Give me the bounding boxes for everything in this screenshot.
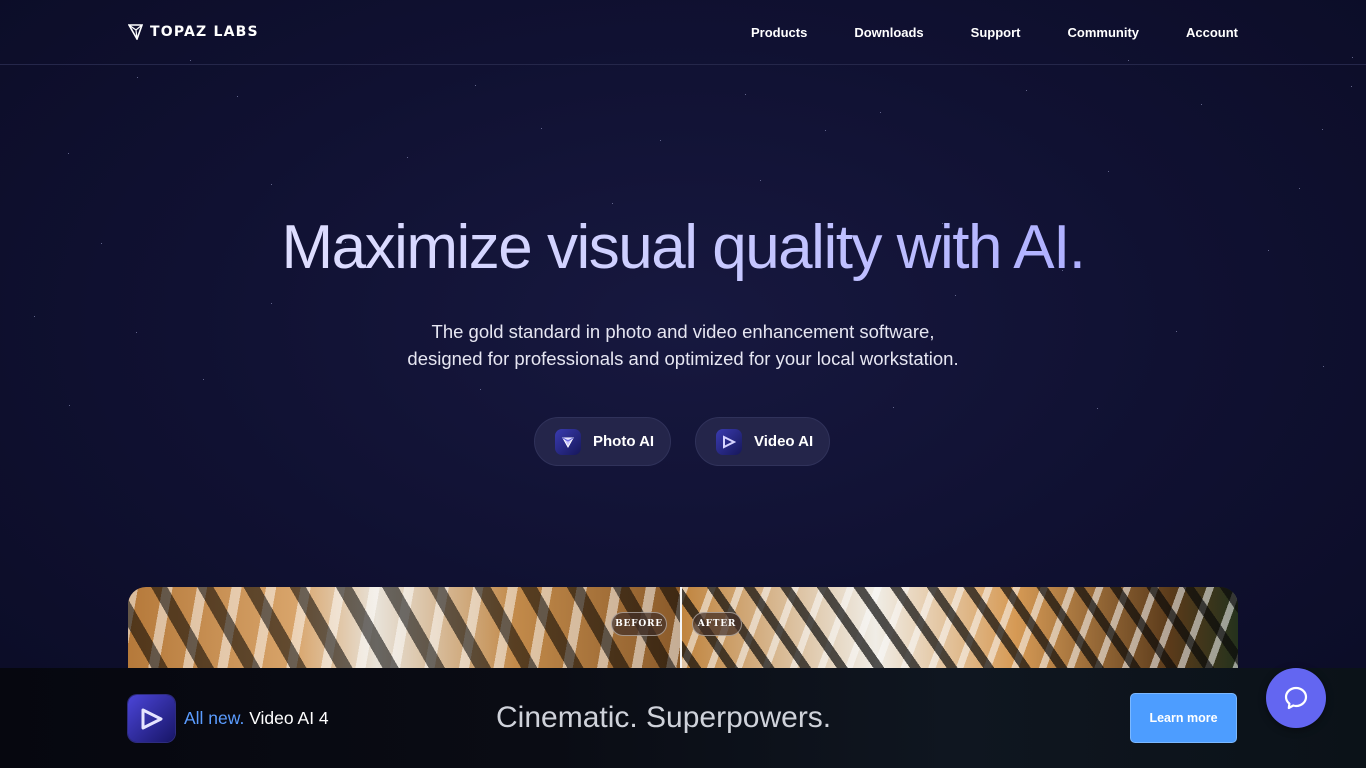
hero-subtitle-line: The gold standard in photo and video enh…	[431, 321, 935, 342]
star	[893, 407, 894, 408]
star	[1351, 86, 1352, 87]
learn-more-button[interactable]: Learn more	[1130, 693, 1237, 743]
star	[203, 379, 204, 380]
star	[1299, 188, 1300, 189]
star	[1097, 408, 1098, 409]
star	[1201, 104, 1202, 105]
chat-bubble-icon	[1284, 686, 1308, 710]
star	[69, 405, 70, 406]
video-ai-button[interactable]: Video AI	[695, 417, 830, 466]
promo-tagline: Cinematic. Superpowers.	[496, 701, 832, 734]
promo-label: All new. Video AI 4	[184, 708, 329, 729]
chat-button[interactable]	[1266, 668, 1326, 728]
star	[68, 153, 69, 154]
star	[612, 203, 613, 204]
video-ai-icon	[716, 428, 742, 455]
video-ai-4-icon	[128, 695, 175, 742]
topaz-logo-icon	[128, 24, 143, 40]
star	[237, 96, 238, 97]
logo-text: TOPAZ LABS	[150, 24, 259, 40]
nav-products[interactable]: Products	[751, 25, 807, 40]
star	[1026, 90, 1027, 91]
nav-downloads[interactable]: Downloads	[854, 25, 923, 40]
video-ai-label: Video AI	[754, 433, 814, 450]
topaz-logo[interactable]: TOPAZ LABS	[128, 24, 259, 40]
star	[541, 128, 542, 129]
star	[745, 94, 746, 95]
nav-support[interactable]: Support	[971, 25, 1021, 40]
promo-product: Video AI 4	[249, 708, 329, 728]
star	[480, 389, 481, 390]
hero-title: Maximize visual quality with AI.	[0, 212, 1366, 283]
star	[1322, 129, 1323, 130]
star	[955, 295, 956, 296]
star	[660, 140, 661, 141]
star	[271, 303, 272, 304]
star	[880, 112, 881, 113]
nav-community[interactable]: Community	[1068, 25, 1140, 40]
photo-ai-label: Photo AI	[593, 433, 655, 450]
before-badge: BEFORE	[611, 612, 667, 636]
main-nav: Products Downloads Support Community Acc…	[751, 25, 1238, 40]
after-badge: AFTER	[692, 612, 742, 636]
site-header: TOPAZ LABS Products Downloads Support Co…	[0, 0, 1366, 65]
promo-banner: All new. Video AI 4 Cinematic. Superpowe…	[0, 668, 1366, 768]
star	[475, 85, 476, 86]
star	[137, 77, 138, 78]
hero-subtitle: The gold standard in photo and video enh…	[0, 318, 1366, 372]
star	[1108, 171, 1109, 172]
hero-subtitle-line: designed for professionals and optimized…	[407, 348, 959, 369]
star	[407, 157, 408, 158]
star	[760, 180, 761, 181]
photo-ai-icon	[555, 428, 581, 455]
promo-highlight: All new.	[184, 708, 245, 728]
star	[34, 316, 35, 317]
nav-account[interactable]: Account	[1186, 25, 1238, 40]
photo-ai-button[interactable]: Photo AI	[534, 417, 671, 466]
star	[825, 130, 826, 131]
star	[271, 184, 272, 185]
